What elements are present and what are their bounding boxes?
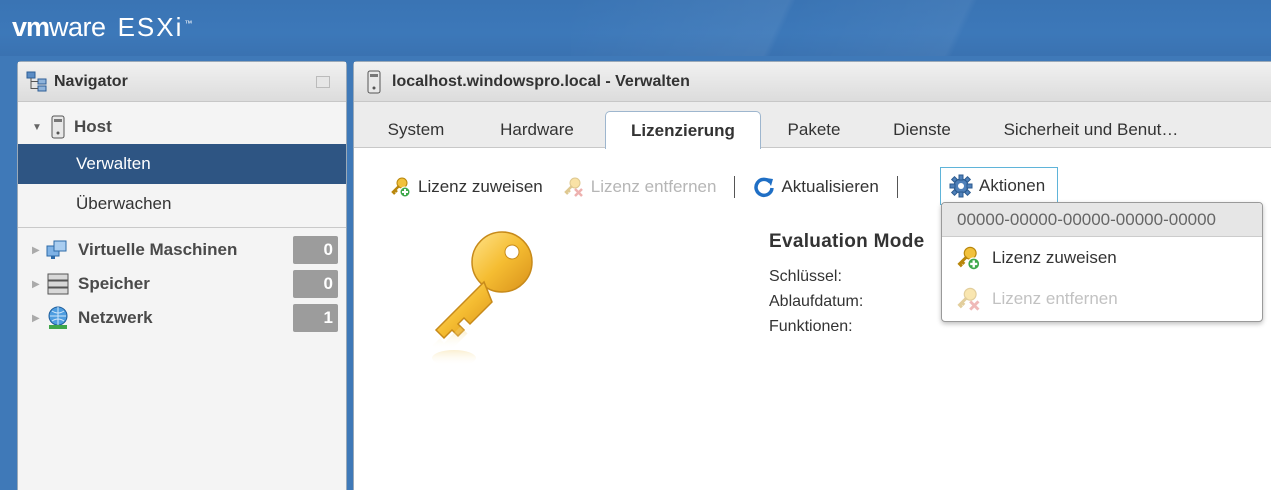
- navigator-title: Navigator: [54, 72, 128, 90]
- actions-label: Aktionen: [979, 176, 1046, 195]
- refresh-icon: [754, 177, 775, 198]
- tab-lizenzierung[interactable]: Lizenzierung: [605, 111, 761, 149]
- top-bar: vm ware ESXi ™: [0, 0, 1271, 56]
- key-remove-icon: [957, 287, 980, 311]
- count-badge: 1: [293, 304, 338, 332]
- navigator-icon: [26, 71, 47, 91]
- menu-item-label: Lizenz entfernen: [992, 288, 1118, 308]
- vm-icon: [46, 240, 67, 259]
- remove-license-label: Lizenz entfernen: [590, 177, 717, 196]
- features-label: Funktionen:: [769, 318, 853, 335]
- logo-tm: ™: [184, 19, 193, 28]
- expand-right-icon[interactable]: ▶: [32, 313, 42, 324]
- main-header: localhost.windowspro.local - Verwalten: [354, 62, 1271, 102]
- tab-system[interactable]: System: [366, 111, 466, 148]
- group-label: Netzwerk: [78, 308, 153, 327]
- key-add-icon: [391, 177, 411, 198]
- nav-item-netzwerk[interactable]: ▶ Netzwerk 1: [18, 303, 346, 333]
- nav-item-speicher[interactable]: ▶ Speicher 0: [18, 269, 346, 299]
- nav-item-verwalten[interactable]: Verwalten: [18, 144, 346, 184]
- expand-right-icon[interactable]: ▶: [32, 245, 42, 256]
- assign-license-button[interactable]: Lizenz zuweisen: [390, 176, 543, 198]
- nav-item-label: Verwalten: [76, 154, 151, 173]
- page-title: localhost.windowspro.local - Verwalten: [392, 72, 690, 90]
- tab-bar: System Hardware Lizenzierung Pakete Dien…: [354, 102, 1271, 149]
- server-icon: [51, 115, 65, 139]
- tab-dienste[interactable]: Dienste: [854, 111, 990, 148]
- toolbar-separator: [896, 176, 898, 198]
- storage-icon: [47, 273, 69, 295]
- group-label: Virtuelle Maschinen: [78, 240, 238, 259]
- count-badge: 0: [293, 270, 338, 298]
- logo-product: ESXi: [117, 12, 184, 42]
- license-key-icon: [432, 231, 533, 366]
- main-panel: localhost.windowspro.local - Verwalten S…: [353, 61, 1271, 490]
- key-add-icon: [957, 246, 981, 270]
- menu-item-remove-license[interactable]: Lizenz entfernen: [942, 278, 1262, 319]
- actions-dropdown-menu: 00000-00000-00000-00000-00000 Lizenz zuw…: [941, 202, 1263, 322]
- license-toolbar: Lizenz zuweisen Lizenz entfernen Aktuali…: [390, 172, 916, 202]
- key-remove-icon: [563, 177, 583, 197]
- license-key-label: Schlüssel:: [769, 268, 842, 285]
- logo-vm: vm: [12, 12, 50, 42]
- license-mode-title: Evaluation Mode: [769, 231, 925, 252]
- collapse-icon[interactable]: [316, 76, 330, 88]
- expand-right-icon[interactable]: ▶: [32, 279, 42, 290]
- refresh-label: Aktualisieren: [781, 177, 879, 196]
- tab-pakete[interactable]: Pakete: [772, 111, 856, 148]
- navigator-header: Navigator: [18, 62, 346, 102]
- network-icon: [48, 306, 68, 329]
- toolbar-separator: [734, 176, 736, 198]
- nav-divider: [18, 227, 346, 228]
- server-icon: [367, 70, 381, 93]
- remove-license-button[interactable]: Lizenz entfernen: [563, 176, 717, 198]
- nav-item-label: Überwachen: [76, 194, 172, 213]
- menu-item-label: Lizenz zuweisen: [992, 247, 1117, 267]
- count-badge: 0: [293, 236, 338, 264]
- group-label: Speicher: [78, 274, 150, 293]
- actions-button[interactable]: Aktionen: [940, 167, 1058, 205]
- nav-item-ueberwachen[interactable]: Überwachen: [18, 184, 346, 224]
- host-label: Host: [74, 117, 112, 136]
- assign-license-label: Lizenz zuweisen: [418, 177, 543, 196]
- navigator-panel: Navigator ▼ Host Verwalten Überwachen ▶ …: [17, 61, 347, 490]
- tab-sicherheit[interactable]: Sicherheit und Benut…: [998, 111, 1184, 148]
- expand-down-icon[interactable]: ▼: [32, 122, 42, 133]
- dropdown-license-key: 00000-00000-00000-00000-00000: [942, 203, 1262, 237]
- logo-ware: ware: [49, 12, 106, 42]
- expiry-date-label: Ablaufdatum:: [769, 293, 864, 310]
- tab-hardware[interactable]: Hardware: [482, 111, 592, 148]
- refresh-button[interactable]: Aktualisieren: [753, 176, 879, 198]
- nav-item-virtuelle-maschinen[interactable]: ▶ Virtuelle Maschinen 0: [18, 235, 346, 265]
- vmware-esxi-logo: vm ware ESXi ™: [12, 12, 192, 42]
- nav-item-host[interactable]: ▼ Host: [18, 112, 346, 142]
- menu-item-assign-license[interactable]: Lizenz zuweisen: [942, 237, 1262, 278]
- gear-icon: [949, 174, 973, 198]
- header-decoration: [571, 0, 1271, 56]
